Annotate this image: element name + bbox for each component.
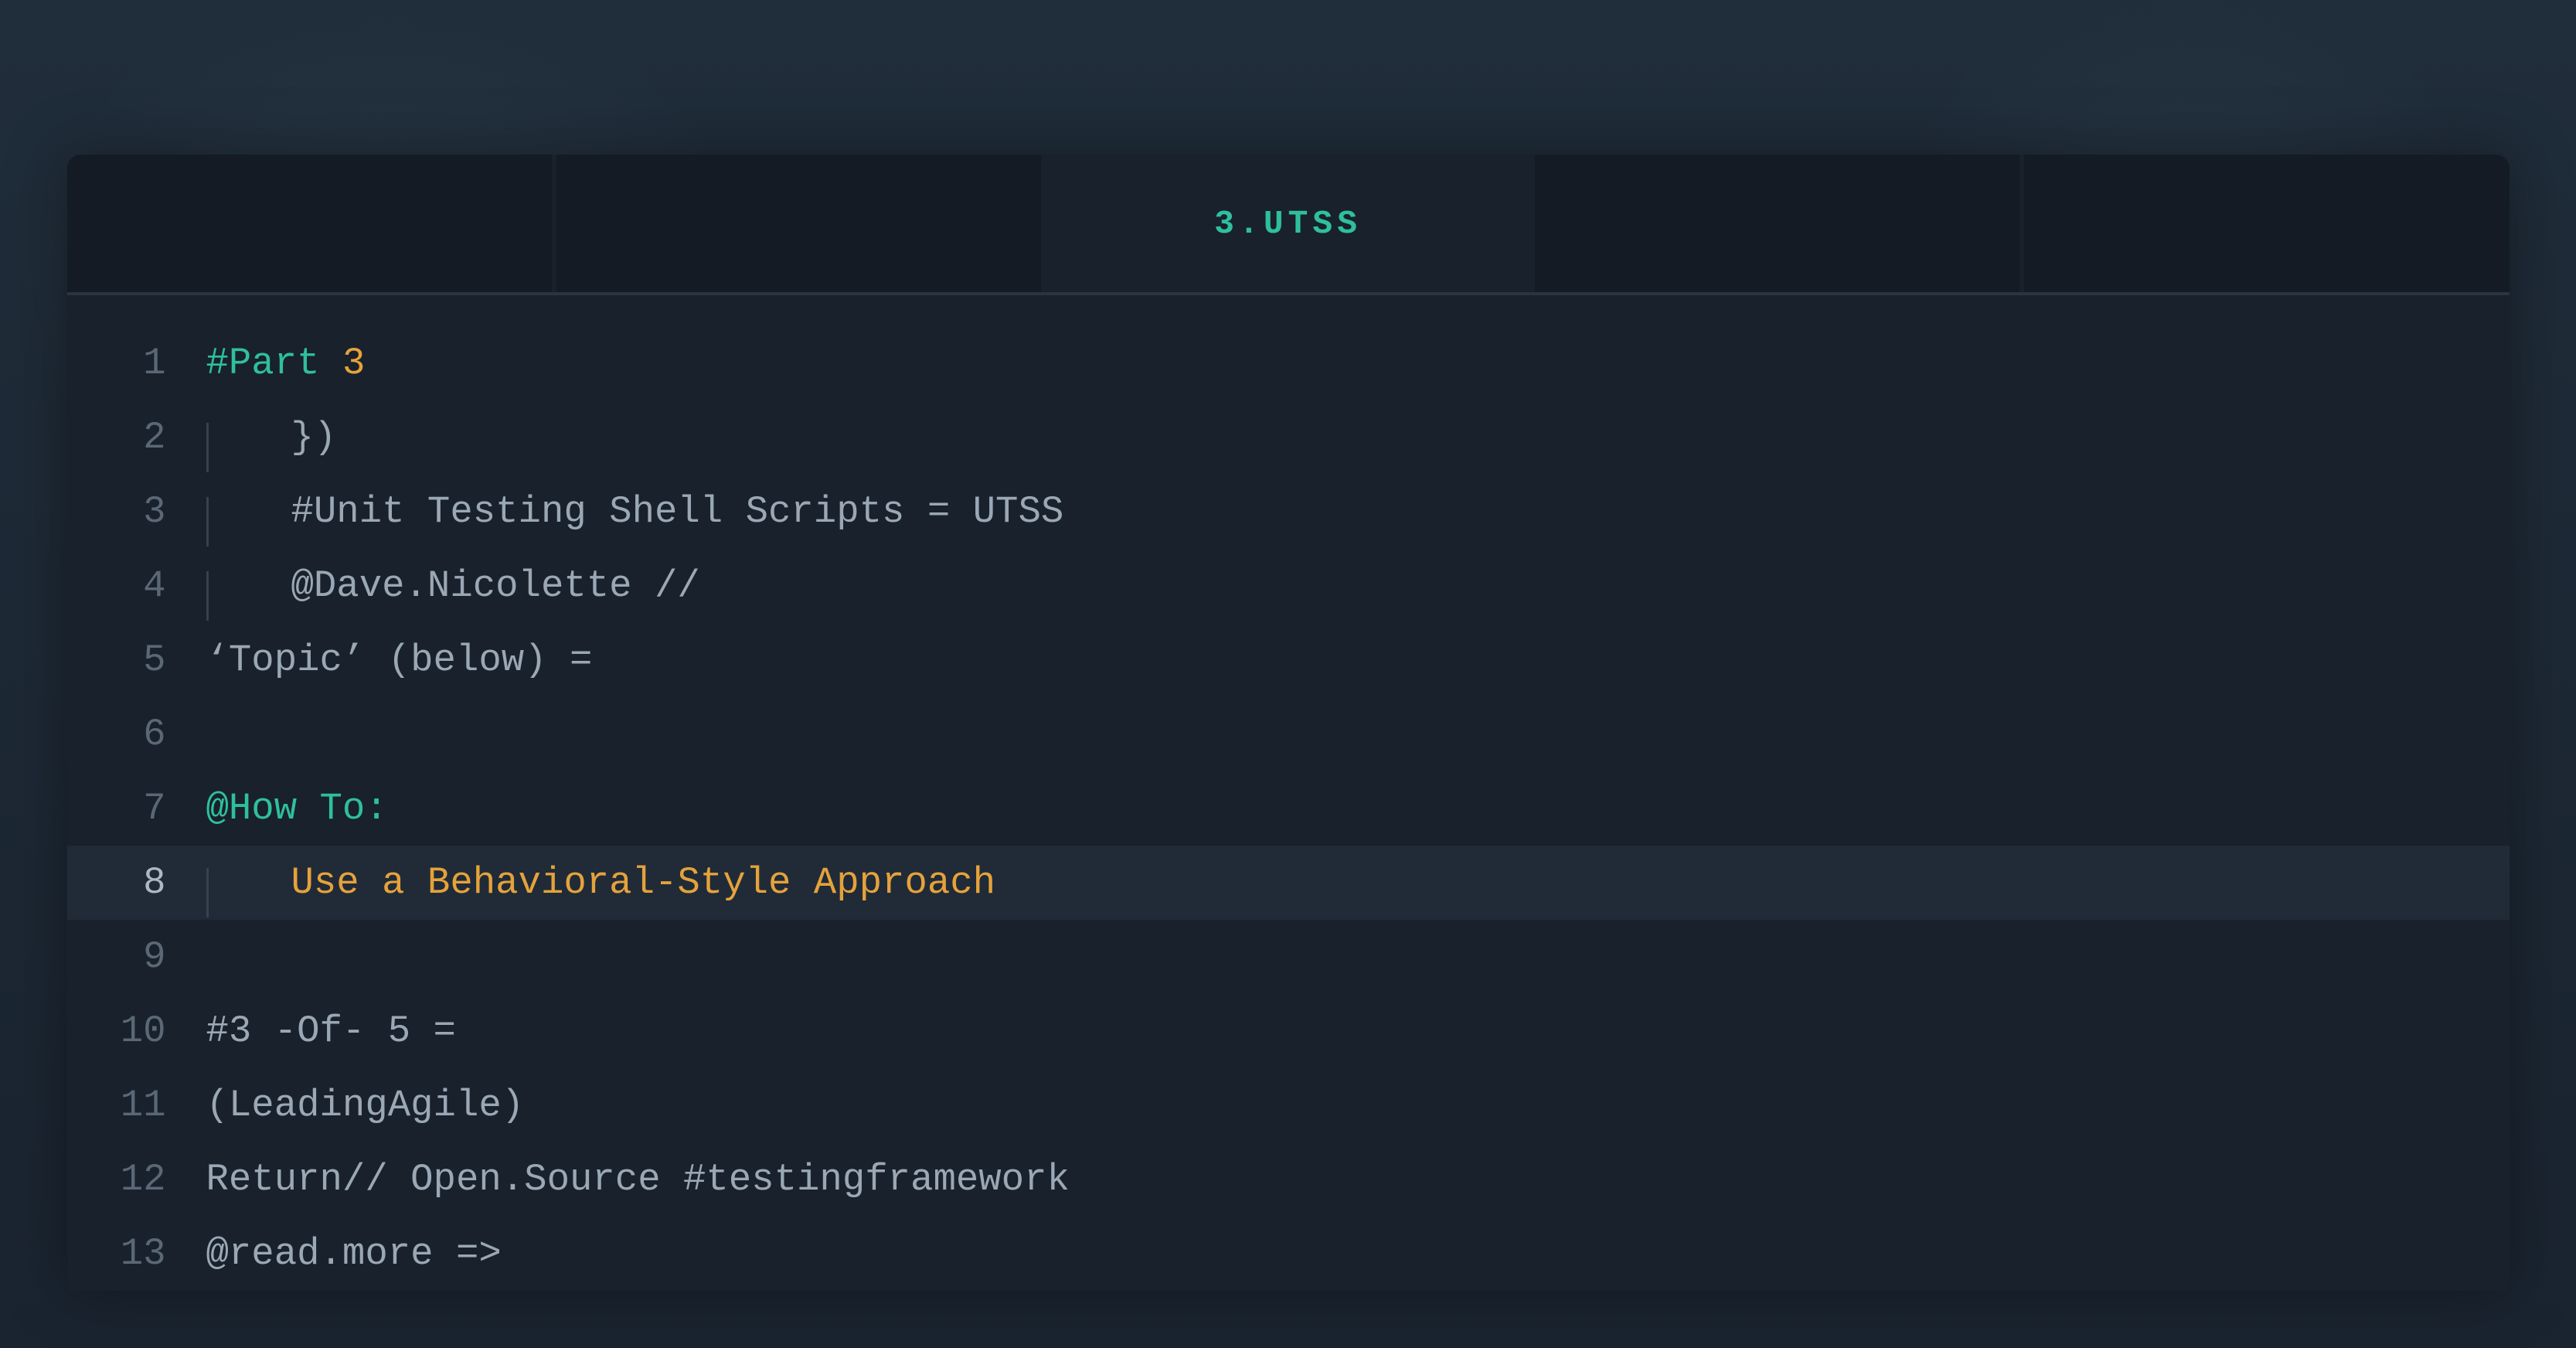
code-text: #Unit Testing Shell Scripts = UTSS (206, 493, 1064, 531)
code-line-10[interactable]: 10 #3 -Of- 5 = (67, 994, 2510, 1068)
tab-5[interactable] (2024, 155, 2509, 292)
code-line-3[interactable]: 3 #Unit Testing Shell Scripts = UTSS (67, 475, 2510, 549)
code-text: ‘Topic’ (below) = (206, 642, 593, 679)
code-text: @How To: (206, 790, 388, 828)
line-number: 10 (67, 1013, 206, 1050)
token: }) (291, 416, 337, 459)
code-line-9[interactable]: 9 (67, 920, 2510, 994)
line-number: 5 (67, 642, 206, 679)
code-text: #Part 3 (206, 345, 366, 383)
line-number: 8 (67, 864, 206, 902)
line-number: 3 (67, 493, 206, 531)
token: #3 -Of- 5 = (206, 1009, 456, 1053)
line-number: 13 (67, 1235, 206, 1273)
tab-1[interactable] (67, 155, 552, 292)
editor-window: 3.UTSS 1 #Part 3 2 }) 3 #Unit Testing Sh… (67, 155, 2510, 1291)
code-line-6[interactable]: 6 (67, 697, 2510, 771)
token: @Dave.Nicolette // (291, 564, 700, 608)
code-line-2[interactable]: 2 }) (67, 400, 2510, 475)
line-number: 4 (67, 567, 206, 605)
code-line-1[interactable]: 1 #Part 3 (67, 326, 2510, 400)
line-number: 11 (67, 1087, 206, 1125)
token-number: 3 (342, 342, 365, 385)
code-text: (LeadingAgile) (206, 1087, 525, 1125)
token: #Unit Testing Shell Scripts = UTSS (291, 490, 1064, 533)
code-text: #3 -Of- 5 = (206, 1013, 456, 1050)
code-text: @Dave.Nicolette // (206, 567, 700, 605)
line-number: 2 (67, 419, 206, 457)
code-text: }) (206, 419, 337, 457)
token: (LeadingAgile) (206, 1084, 525, 1127)
token: Return// Open.Source #testingframework (206, 1158, 1070, 1201)
line-number: 7 (67, 790, 206, 828)
token-part: #Part (206, 342, 342, 385)
code-text: @read.more => (206, 1235, 502, 1273)
code-line-13[interactable]: 13 @read.more => (67, 1217, 2510, 1291)
tab-2[interactable] (556, 155, 1041, 292)
code-text: Return// Open.Source #testingframework (206, 1161, 1070, 1199)
line-number: 9 (67, 938, 206, 976)
line-number: 6 (67, 716, 206, 754)
code-line-7[interactable]: 7 @How To: (67, 771, 2510, 846)
code-line-11[interactable]: 11 (LeadingAgile) (67, 1068, 2510, 1142)
code-line-8-highlight[interactable]: 8 Use a Behavioral-Style Approach (67, 846, 2510, 920)
token-behavioral: Use a Behavioral-Style Approach (291, 861, 996, 904)
code-area[interactable]: 1 #Part 3 2 }) 3 #Unit Testing Shell Scr… (67, 295, 2510, 1291)
code-line-4[interactable]: 4 @Dave.Nicolette // (67, 549, 2510, 623)
code-text: Use a Behavioral-Style Approach (206, 864, 996, 902)
tab-3-utss[interactable]: 3.UTSS (1046, 155, 1530, 292)
line-number: 12 (67, 1161, 206, 1199)
token: ‘Topic’ (below) = (206, 638, 593, 682)
code-line-12[interactable]: 12 Return// Open.Source #testingframewor… (67, 1142, 2510, 1217)
tab-4[interactable] (1535, 155, 2020, 292)
token-howto: @How To: (206, 787, 388, 830)
line-number: 1 (67, 345, 206, 383)
code-line-5[interactable]: 5 ‘Topic’ (below) = (67, 623, 2510, 697)
tab-bar: 3.UTSS (67, 155, 2510, 295)
tab-label: 3.UTSS (1214, 205, 1362, 243)
token: @read.more => (206, 1232, 502, 1275)
